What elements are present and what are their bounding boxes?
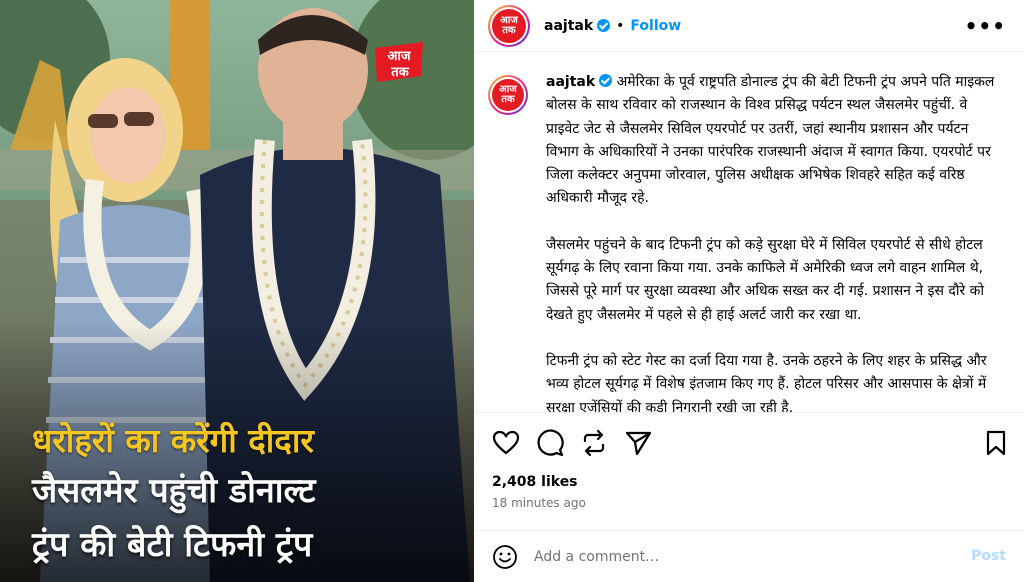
caption-row: आज तक aajtak अमेरिका के पूर्व राष्ट्रपति… (488, 71, 1000, 412)
post-timestamp[interactable]: 18 minutes ago (492, 496, 586, 510)
follow-button[interactable]: Follow (630, 18, 681, 34)
logo-text-top: आज (388, 49, 412, 64)
aajtak-logo: आज तक (375, 42, 423, 82)
logo-text-bottom: तक (390, 65, 409, 80)
post-comment-button[interactable]: Post (971, 548, 1006, 564)
caption-paragraph-3: टिफनी ट्रंप को स्टेट गेस्ट का दर्जा दिया… (546, 352, 987, 412)
caption-paragraph-1-text: अमेरिका के पूर्व राष्ट्रपति डोनाल्ड ट्रं… (546, 74, 995, 207)
save-bookmark-icon[interactable] (982, 429, 1010, 457)
headline-line-3: ट्रंप की बेटी टिफनी ट्रंप (32, 525, 313, 565)
caption-avatar[interactable]: आज तक (488, 75, 528, 115)
avatar-logo: आज तक (492, 8, 526, 43)
avatar-text-bottom: तक (502, 24, 516, 36)
likes-count[interactable]: 2,408 likes (492, 474, 578, 490)
post-header: आज तक aajtak • Follow ••• (474, 0, 1024, 52)
share-paper-plane-icon[interactable] (624, 429, 652, 457)
avatar[interactable]: आज तक (488, 4, 530, 47)
caption-verified-icon (599, 74, 613, 87)
headline-overlay: धरोहरों का करेंगी दीदार जैसलमेर पहुंची ड… (32, 418, 462, 572)
repost-icon[interactable] (580, 429, 608, 457)
separator-dot: • (616, 17, 625, 34)
comment-bar: Post (474, 530, 1024, 582)
emoji-icon[interactable] (492, 544, 518, 570)
caption-area[interactable]: आज तक aajtak अमेरिका के पूर्व राष्ट्रपति… (474, 53, 1024, 412)
verified-badge-icon (597, 19, 611, 32)
comment-icon[interactable] (536, 429, 564, 457)
comment-input[interactable] (534, 548, 934, 565)
headline-line-2: जैसलमेर पहुंची डोनाल्ट (32, 471, 316, 511)
header-username[interactable]: aajtak (544, 18, 593, 34)
post-media[interactable]: आज तक धरोहरों का करेंगी दीदार जैसलमेर पह… (0, 0, 474, 582)
caption-paragraph-1: aajtak अमेरिका के पूर्व राष्ट्रपति डोनाल… (546, 71, 1000, 211)
caption-text: aajtak अमेरिका के पूर्व राष्ट्रपति डोनाल… (546, 71, 1000, 412)
caption-avatar-logo: आज तक (492, 79, 524, 111)
like-heart-icon[interactable] (492, 429, 520, 457)
more-options-icon[interactable]: ••• (965, 14, 1006, 38)
caption-avatar-text-bottom: तक (501, 94, 515, 105)
action-bar (474, 412, 1024, 472)
headline-line-1: धरोहरों का करेंगी दीदार (32, 421, 314, 460)
caption-paragraph-2: जैसलमेर पहुंचने के बाद टिफनी ट्रंप को कड… (546, 236, 985, 323)
post-sidebar: आज तक aajtak • Follow ••• आज तक aajtak अ… (474, 0, 1024, 582)
caption-username[interactable]: aajtak (546, 74, 595, 90)
